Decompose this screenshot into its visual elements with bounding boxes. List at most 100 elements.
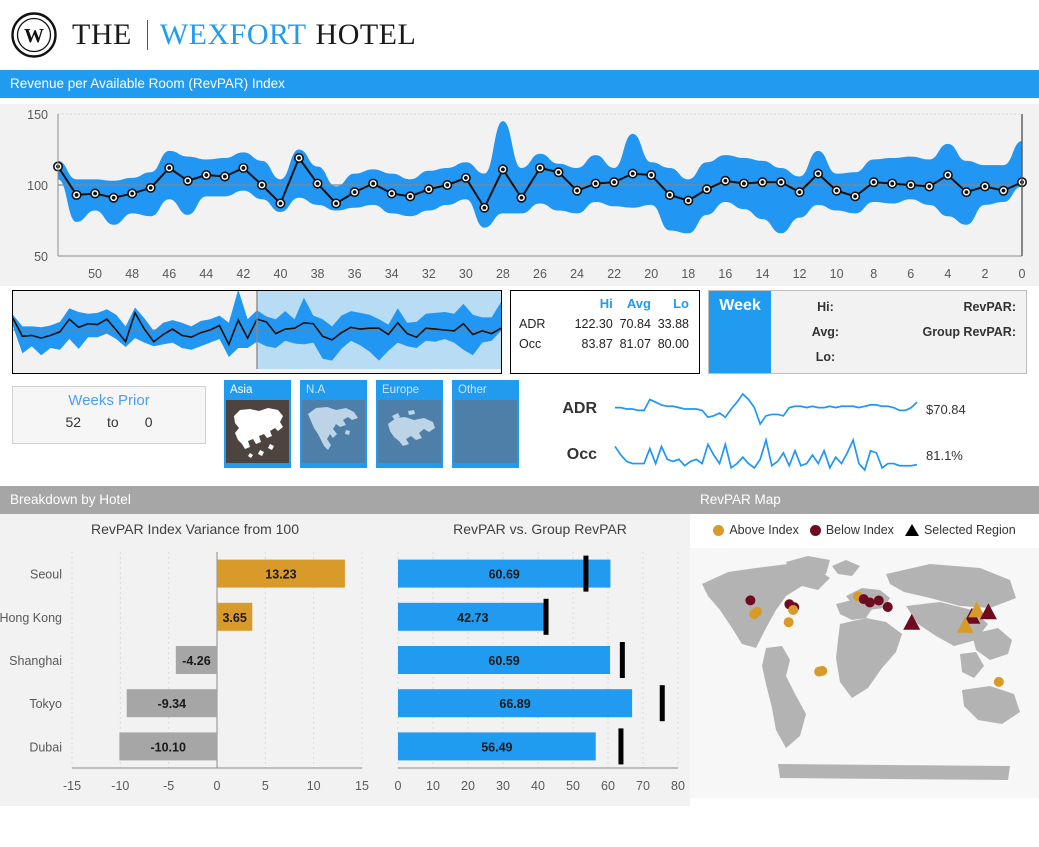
europe-map-icon (378, 399, 441, 463)
above-index-dot-icon (713, 524, 725, 536)
legend-selected-region: Selected Region (904, 523, 1016, 537)
revpar-vs-group-plot[interactable]: 0 10 20 30 40 50 60 70 80 60.69 42.73 60.59 66.89 56.… (390, 546, 690, 804)
week-avg-label: Avg: (811, 324, 840, 339)
occ-sparkline-row: Occ 81.1% (541, 435, 1027, 475)
adr-sparkline-plot[interactable] (611, 390, 921, 428)
weeks-prior-from[interactable]: 52 (65, 414, 81, 430)
occ-sparkline-value: 81.1% (926, 447, 963, 463)
col-hi: Hi (599, 296, 613, 311)
svg-text:13.23: 13.23 (265, 568, 296, 582)
legend-below-index: Below Index (809, 523, 894, 537)
svg-text:Shanghai: Shanghai (9, 654, 62, 668)
svg-text:70: 70 (636, 779, 650, 793)
svg-text:2: 2 (981, 267, 988, 281)
svg-text:34: 34 (385, 267, 399, 281)
region-tile-other-label: Other (458, 384, 487, 396)
brand-word-hotel: HOTEL (315, 18, 417, 51)
week-lo-label: Lo: (815, 350, 836, 365)
weeks-prior-to[interactable]: 0 (145, 414, 153, 430)
svg-text:10: 10 (307, 779, 321, 793)
svg-text:10: 10 (830, 267, 844, 281)
range-selector[interactable] (12, 289, 502, 374)
occ-avg: 81.07 (619, 337, 651, 351)
svg-text:Tokyo: Tokyo (29, 697, 62, 711)
svg-text:20: 20 (644, 267, 658, 281)
filters-row: Weeks Prior 52 to 0 Asia N.A Europe Othe… (0, 374, 1039, 482)
svg-text:100: 100 (27, 179, 48, 193)
col-lo: Lo (673, 296, 689, 311)
revpar-index-chart[interactable]: 50 100 150 50 48 46 44 42 40 38 36 34 32 30 28 26 24 22 20… (0, 104, 1039, 286)
revpar-index-plot[interactable]: 5010015050 48 46 44 42 40 38 36 34 32 30 28 26 24 22 20… (0, 104, 1039, 286)
adr-sparkline-value: $70.84 (926, 401, 966, 417)
variance-chart-title: RevPAR Index Variance from 100 (90, 521, 300, 537)
region-filter-tiles: Asia N.A Europe Other (224, 380, 519, 482)
svg-text:16: 16 (718, 267, 732, 281)
row-label-adr: ADR (519, 317, 546, 331)
north-america-map-icon (302, 399, 365, 463)
svg-text:32: 32 (422, 267, 436, 281)
svg-text:28: 28 (496, 267, 510, 281)
svg-text:10: 10 (426, 779, 440, 793)
legend-selected-region-label: Selected Region (923, 523, 1016, 537)
adr-sparkline-label: ADR (562, 400, 597, 417)
region-tile-europe[interactable]: Europe (376, 380, 443, 468)
svg-text:-15: -15 (63, 779, 81, 793)
svg-text:30: 30 (496, 779, 510, 793)
map-container: Above Index Below Index Selected Region (690, 514, 1039, 806)
range-selector-plot[interactable] (12, 289, 502, 369)
brand-wordmark: THE WEXFORT HOTEL (72, 18, 416, 52)
svg-text:15: 15 (355, 779, 369, 793)
svg-text:-9.34: -9.34 (158, 697, 187, 711)
legend-above-index: Above Index (713, 523, 799, 537)
revpar-vs-group-title: RevPAR vs. Group RevPAR (453, 521, 627, 537)
week-revpar-label: RevPAR: (963, 299, 1016, 314)
svg-text:-4.26: -4.26 (182, 654, 211, 668)
revpar-variance-plot[interactable]: -15 -10 -5 0 5 10 15 13.23 Seoul 3.65 Hong Kong -4.… (0, 546, 390, 804)
svg-text:38: 38 (311, 267, 325, 281)
svg-text:Hong Kong: Hong Kong (0, 611, 62, 625)
bottom-section: Breakdown by Hotel RevPAR Index Variance… (0, 486, 1039, 806)
adr-avg: 70.84 (619, 317, 651, 331)
breakdown-title-bar: Breakdown by Hotel (0, 486, 690, 514)
svg-text:6: 6 (907, 267, 914, 281)
svg-text:-5: -5 (163, 779, 174, 793)
week-group-revpar-label: Group RevPAR: (922, 324, 1016, 339)
selected-region-triangle-icon (904, 524, 919, 536)
svg-text:0: 0 (1019, 267, 1026, 281)
mid-controls-row: Hi Avg Lo ADR 122.30 70.84 33.88 Occ 83.… (0, 286, 1039, 374)
breakdown-charts: RevPAR Index Variance from 100 RevPAR vs… (0, 514, 690, 806)
week-detail-panel: Week Hi: RevPAR: Avg: Group RevPAR: Lo: (708, 290, 1027, 374)
region-tile-na[interactable]: N.A (300, 380, 367, 468)
other-region-blank-icon (454, 399, 517, 463)
svg-text:50: 50 (34, 250, 48, 264)
svg-text:42: 42 (236, 267, 250, 281)
region-tile-europe-label: Europe (382, 384, 420, 396)
svg-text:3.65: 3.65 (222, 611, 246, 625)
occ-sparkline-plot[interactable] (611, 436, 921, 474)
svg-text:14: 14 (756, 267, 770, 281)
region-tile-other[interactable]: Other (452, 380, 519, 468)
svg-text:12: 12 (793, 267, 807, 281)
svg-text:60.59: 60.59 (488, 654, 519, 668)
world-map-plot[interactable] (690, 548, 1039, 798)
revpar-map-title-bar: RevPAR Map (690, 486, 1039, 514)
svg-text:8: 8 (870, 267, 877, 281)
below-index-dot-icon (809, 524, 821, 536)
adr-occ-stats-table: Hi Avg Lo ADR 122.30 70.84 33.88 Occ 83.… (510, 290, 700, 374)
legend-below-index-label: Below Index (825, 523, 894, 537)
adr-lo: 33.88 (657, 317, 689, 331)
table-row: ADR 122.30 70.84 33.88 (517, 314, 691, 334)
svg-text:-10.10: -10.10 (150, 740, 185, 754)
asia-map-icon (226, 399, 289, 463)
svg-text:-10: -10 (111, 779, 129, 793)
svg-text:48: 48 (125, 267, 139, 281)
region-tile-asia[interactable]: Asia (224, 380, 291, 468)
adr-occ-sparklines: ADR $70.84 Occ 81.1% (541, 380, 1027, 482)
breakdown-by-hotel-panel: Breakdown by Hotel RevPAR Index Variance… (0, 486, 690, 806)
svg-text:36: 36 (348, 267, 362, 281)
svg-text:80: 80 (671, 779, 685, 793)
weeks-prior-filter[interactable]: Weeks Prior 52 to 0 (12, 386, 206, 444)
table-row: Occ 83.87 81.07 80.00 (517, 334, 691, 354)
brand-word-the: THE (72, 18, 132, 51)
svg-text:50: 50 (88, 267, 102, 281)
